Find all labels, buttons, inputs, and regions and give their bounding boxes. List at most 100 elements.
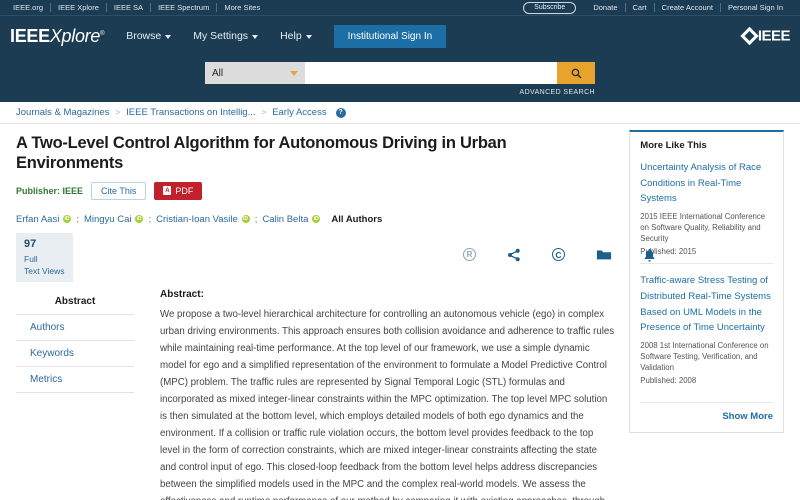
related-article-venue: 2015 IEEE International Conference on So…	[640, 212, 766, 244]
author-separator: ;	[254, 213, 258, 225]
link-cart[interactable]: Cart	[626, 3, 654, 12]
search-band: All ADVANCED SEARCH	[0, 56, 800, 102]
orcid-icon[interactable]	[63, 215, 72, 224]
nav-my-settings[interactable]: My Settings	[193, 30, 259, 42]
related-article-published: Published: 2015	[640, 247, 697, 257]
link-ieee-sa[interactable]: IEEE SA	[107, 3, 150, 12]
author-link[interactable]: Erfan Aasi	[16, 214, 59, 225]
abstract-panel: Abstract: We propose a two-level hierarc…	[144, 289, 615, 500]
subscribe-button[interactable]: Subscribe	[523, 1, 577, 14]
full-text-views-count: 97	[24, 237, 37, 250]
full-text-views-box: 97 Full Text Views	[16, 232, 74, 283]
breadcrumb-separator: >	[115, 108, 121, 117]
related-article-venue: 2008 1st International Conference on Sof…	[640, 340, 769, 373]
search-input[interactable]	[305, 62, 557, 84]
nav-browse-label: Browse	[126, 30, 162, 42]
link-create-account[interactable]: Create Account	[655, 3, 720, 12]
authors-row: Erfan Aasi ; Mingyu Cai ; Cristian-Ioan …	[16, 214, 615, 225]
nav-my-settings-label: My Settings	[193, 30, 249, 42]
link-personal-sign-in[interactable]: Personal Sign In	[721, 3, 790, 12]
breadcrumb-separator: >	[261, 108, 267, 117]
author-separator: ;	[148, 213, 152, 225]
utility-bar: IEEE.org IEEE Xplore IEEE SA IEEE Spectr…	[0, 0, 800, 16]
brand-registered-mark: ®	[100, 30, 105, 37]
tab-abstract[interactable]: Abstract	[16, 289, 134, 315]
abstract-body: We propose a two-level hierarchical arch…	[160, 308, 615, 500]
institutional-sign-in-button[interactable]: Institutional Sign In	[333, 24, 447, 48]
author-link[interactable]: Cristian-Ioan Vasile	[156, 214, 238, 225]
main-column: A Two-Level Control Algorithm for Autono…	[16, 124, 655, 500]
show-more-button[interactable]: Show More	[640, 402, 773, 422]
tab-authors[interactable]: Authors	[16, 315, 134, 341]
orcid-icon[interactable]	[135, 215, 144, 224]
ieee-diamond-icon	[740, 26, 759, 46]
search-icon	[571, 68, 581, 78]
utility-bar-right-links: Subscribe Donate Cart Create Account Per…	[523, 1, 790, 14]
advanced-search-link[interactable]: ADVANCED SEARCH	[205, 89, 595, 98]
nav-browse[interactable]: Browse	[126, 30, 172, 42]
more-like-this-title: More Like This	[640, 140, 707, 151]
search-scope-value: All	[212, 67, 224, 79]
nav-help[interactable]: Help	[280, 30, 312, 42]
tab-metrics[interactable]: Metrics	[16, 367, 134, 393]
action-icon-group: R C	[463, 248, 656, 262]
link-ieee-xplore[interactable]: IEEE Xplore	[51, 3, 106, 12]
breadcrumb-item-transactions[interactable]: IEEE Transactions on Intellig...	[126, 107, 255, 118]
cite-this-button[interactable]: Cite This	[91, 181, 147, 200]
help-icon[interactable]: ?	[335, 107, 346, 118]
pdf-button-label: PDF	[175, 185, 194, 196]
search-scope-select[interactable]: All	[205, 62, 305, 84]
publisher-actions-row: Publisher: IEEE Cite This A PDF	[16, 181, 615, 200]
author-link[interactable]: Mingyu Cai	[84, 214, 132, 225]
sidebar-column: More Like This Uncertainty Analysis of R…	[629, 124, 784, 500]
related-article-published: Published: 2008	[640, 376, 697, 386]
search-submit-button[interactable]	[557, 62, 595, 84]
metrics-and-actions-row: 97 Full Text Views R C	[16, 232, 655, 285]
link-more-sites[interactable]: More Sites	[217, 3, 267, 12]
document-tabs: Abstract Authors Keywords Metrics	[16, 289, 144, 500]
orcid-icon[interactable]	[312, 215, 321, 224]
chevron-down-icon	[165, 34, 172, 39]
chevron-down-icon	[252, 34, 259, 39]
brand-xplore-text: Xplore	[49, 25, 101, 46]
brand-ieee-text: IEEE	[10, 25, 50, 46]
full-text-views-label-line2: Text Views	[24, 265, 65, 276]
ieee-logo[interactable]: IEEE	[740, 26, 791, 46]
link-ieee-spectrum[interactable]: IEEE Spectrum	[151, 3, 216, 12]
all-authors-link[interactable]: All Authors	[331, 214, 382, 225]
nav-help-label: Help	[280, 30, 302, 42]
page-body: A Two-Level Control Algorithm for Autono…	[0, 124, 800, 500]
registered-icon[interactable]: R	[463, 248, 476, 262]
link-ieee-org[interactable]: IEEE.org	[10, 3, 50, 12]
publisher-name: IEEE	[62, 185, 84, 196]
tab-keywords[interactable]: Keywords	[16, 341, 134, 367]
ieee-xplore-logo[interactable]: IEEEXplore®	[10, 26, 104, 47]
pdf-button[interactable]: A PDF	[154, 181, 203, 200]
author-separator: ;	[76, 213, 79, 225]
publisher-label: Publisher:	[16, 185, 61, 196]
breadcrumb-item-early-access[interactable]: Early Access	[272, 107, 326, 118]
ieee-logo-text: IEEE	[757, 27, 791, 45]
bell-icon[interactable]	[643, 248, 656, 262]
share-icon[interactable]	[507, 248, 521, 262]
full-text-views-label-line1: Full	[24, 253, 38, 264]
breadcrumb: Journals & Magazines > IEEE Transactions…	[0, 102, 800, 124]
list-item: Traffic-aware Stress Testing of Distribu…	[640, 263, 773, 392]
content-split: Abstract Authors Keywords Metrics Abstra…	[16, 289, 615, 500]
main-navigation-bar: IEEEXplore® Browse My Settings Help Inst…	[0, 16, 800, 56]
copyright-icon[interactable]: C	[552, 248, 565, 262]
chevron-down-icon	[290, 70, 298, 76]
list-item: Uncertainty Analysis of Race Conditions …	[640, 160, 773, 263]
orcid-icon[interactable]	[241, 215, 250, 224]
author-link[interactable]: Calin Belta	[262, 214, 308, 225]
abstract-heading: Abstract:	[160, 288, 204, 300]
link-donate[interactable]: Donate	[586, 3, 624, 12]
utility-bar-left-links: IEEE.org IEEE Xplore IEEE SA IEEE Spectr…	[10, 3, 267, 12]
page-title: A Two-Level Control Algorithm for Autono…	[16, 134, 507, 172]
folder-icon[interactable]	[596, 248, 612, 261]
related-article-link[interactable]: Uncertainty Analysis of Race Conditions …	[640, 160, 773, 207]
search-row: All	[205, 62, 595, 84]
chevron-down-icon	[305, 34, 312, 39]
breadcrumb-item-journals[interactable]: Journals & Magazines	[16, 107, 109, 118]
related-article-link[interactable]: Traffic-aware Stress Testing of Distribu…	[640, 273, 773, 336]
